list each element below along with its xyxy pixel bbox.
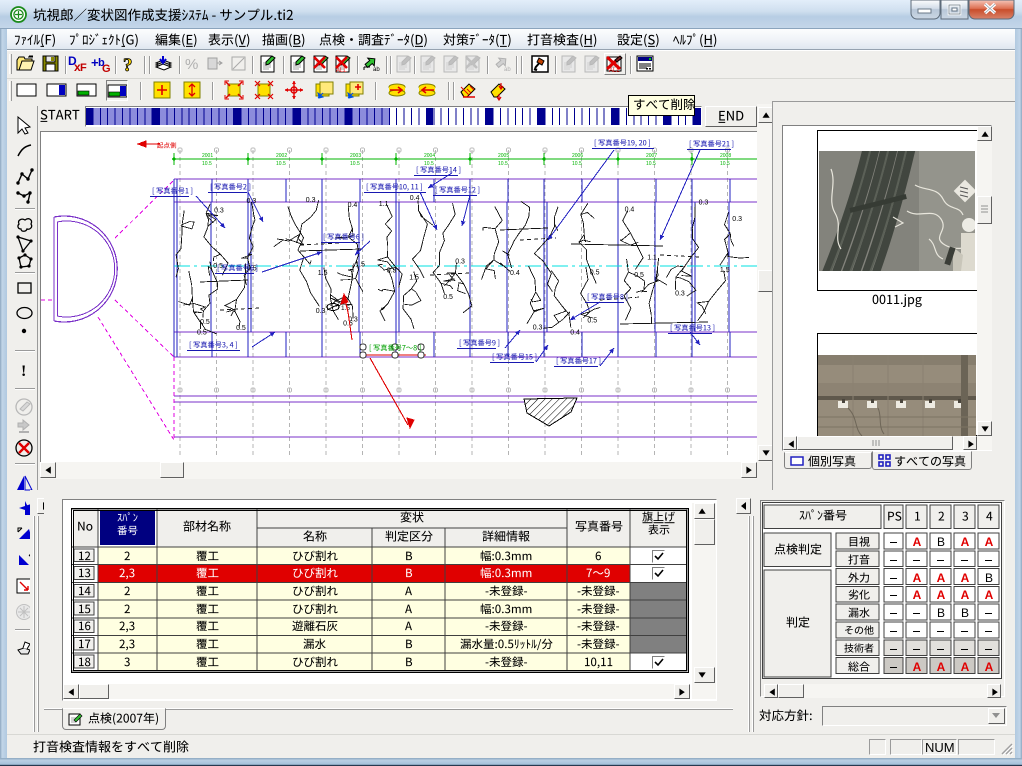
svg-text:0.3: 0.3	[306, 197, 316, 204]
svg-text:10.5: 10.5	[720, 161, 730, 167]
svg-text:G: G	[102, 63, 111, 74]
svg-text:2008: 2008	[720, 153, 731, 159]
svg-text:2002: 2002	[276, 153, 287, 159]
svg-text:0.4: 0.4	[348, 202, 358, 209]
svg-text:F: F	[80, 62, 87, 74]
svg-text:ab: ab	[504, 67, 511, 73]
svg-text:0.5: 0.5	[443, 294, 453, 301]
svg-text:2001: 2001	[202, 153, 213, 159]
svg-text:0.3: 0.3	[387, 268, 397, 275]
svg-text:0.4: 0.4	[570, 330, 580, 337]
svg-text:10.5: 10.5	[276, 161, 286, 167]
svg-text:2006: 2006	[572, 153, 583, 159]
svg-text:%: %	[185, 56, 198, 73]
svg-text:!: !	[21, 363, 26, 380]
svg-text:0.4: 0.4	[510, 270, 520, 277]
svg-text:10.5: 10.5	[572, 161, 582, 167]
svg-text:10.5: 10.5	[498, 161, 508, 167]
svg-text:0.5: 0.5	[590, 269, 600, 276]
svg-text:0.3: 0.3	[316, 308, 326, 315]
svg-text:1.5: 1.5	[409, 275, 419, 282]
svg-text:0.3: 0.3	[214, 207, 224, 214]
svg-text:2005: 2005	[498, 153, 509, 159]
svg-text:0.5: 0.5	[200, 319, 210, 326]
svg-text:1.5: 1.5	[720, 267, 730, 274]
svg-text:0.3: 0.3	[699, 200, 709, 207]
svg-text:10.5: 10.5	[646, 161, 656, 167]
svg-text:2004: 2004	[424, 153, 435, 159]
svg-text:1.1: 1.1	[379, 201, 389, 208]
svg-text:0.5: 0.5	[236, 325, 246, 332]
svg-text:1.5: 1.5	[341, 305, 350, 312]
svg-text:0.5: 0.5	[197, 330, 207, 337]
svg-text:1.5: 1.5	[318, 270, 328, 277]
svg-text:0.3: 0.3	[455, 259, 465, 266]
svg-text:ab: ab	[373, 67, 380, 73]
svg-text:0.4: 0.4	[410, 195, 420, 202]
svg-text:ALL: ALL	[336, 68, 347, 74]
svg-text:10.5: 10.5	[350, 161, 360, 167]
svg-text:0.5: 0.5	[587, 317, 597, 324]
svg-text:2003: 2003	[350, 153, 361, 159]
svg-text:0.4: 0.4	[625, 206, 635, 213]
svg-text:0.3: 0.3	[247, 198, 257, 205]
svg-text:2007: 2007	[646, 153, 657, 159]
svg-text:0.3: 0.3	[675, 291, 685, 298]
svg-text:10.5: 10.5	[202, 161, 212, 167]
svg-text:ALL: ALL	[609, 68, 620, 74]
svg-text:0.3: 0.3	[533, 325, 543, 332]
svg-text:1.1: 1.1	[647, 255, 657, 262]
svg-text:?: ?	[123, 55, 133, 74]
svg-text:0.3: 0.3	[732, 216, 742, 223]
svg-text:1.5: 1.5	[355, 262, 365, 269]
